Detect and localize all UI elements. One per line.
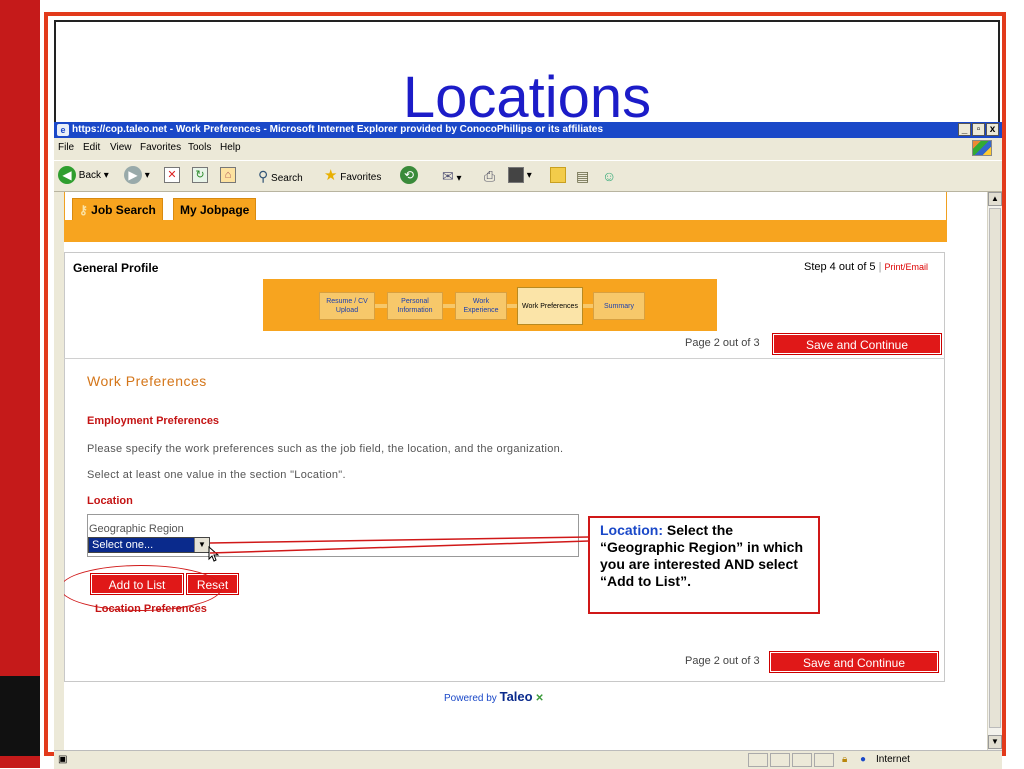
- print-email-link[interactable]: Print/Email: [885, 262, 929, 272]
- status-bar: ▣ 🔒︎ ● Internet: [54, 750, 1002, 769]
- ie-icon: e: [57, 124, 69, 136]
- geographic-region-label: Geographic Region: [89, 523, 184, 535]
- stop-icon: ✕: [164, 167, 180, 184]
- edit-button[interactable]: ▾: [508, 166, 532, 186]
- print-button[interactable]: ⎙: [484, 166, 495, 186]
- save-continue-button-bottom[interactable]: Save and Continue: [769, 651, 939, 673]
- status-cell: [770, 753, 790, 767]
- mail-icon: ✉: [442, 168, 454, 184]
- refresh-button[interactable]: ↻: [192, 166, 208, 186]
- slide-left-bar: [0, 0, 40, 768]
- step-personal-information[interactable]: Personal Information: [387, 292, 443, 320]
- step-work-experience[interactable]: Work Experience: [455, 292, 507, 320]
- home-icon: ⌂: [220, 167, 236, 184]
- menu-favorites[interactable]: Favorites: [140, 138, 181, 158]
- work-preferences-title: Work Preferences: [87, 373, 207, 389]
- minimize-button[interactable]: _: [958, 123, 971, 136]
- forward-arrow-icon: ▶: [124, 166, 142, 185]
- menu-bar: File Edit View Favorites Tools Help: [54, 138, 1002, 158]
- search-button[interactable]: ⚲ Search: [258, 166, 303, 186]
- section-divider: [64, 358, 945, 359]
- status-cell: [814, 753, 834, 767]
- globe-icon: ●: [860, 754, 867, 765]
- tab-my-jobpage[interactable]: My Jobpage: [173, 198, 257, 220]
- folder-icon: [550, 167, 566, 184]
- history-button[interactable]: ⟲: [400, 166, 418, 186]
- research-icon: ▤: [576, 168, 590, 184]
- back-arrow-icon: ◀: [58, 166, 76, 185]
- menu-tools[interactable]: Tools: [188, 138, 211, 158]
- chevron-down-icon[interactable]: ▼: [194, 538, 209, 552]
- page-icon: ▣: [58, 754, 68, 765]
- progress-steps: Resume / CV Upload Personal Information …: [263, 279, 717, 331]
- vertical-scrollbar[interactable]: ▲ ▼: [987, 192, 1002, 750]
- page-counter-top: Page 2 out of 3: [685, 337, 760, 349]
- close-button[interactable]: x: [986, 123, 999, 136]
- save-continue-button-top[interactable]: Save and Continue: [772, 333, 942, 355]
- page-counter-bottom: Page 2 out of 3: [685, 655, 760, 667]
- location-title: Location: [87, 495, 133, 507]
- profile-title: General Profile: [73, 261, 159, 275]
- step-work-preferences: Work Preferences: [517, 287, 583, 325]
- mouse-cursor-icon: [208, 546, 220, 562]
- callout-lead: Location:: [600, 522, 663, 538]
- search-icon: ⚲: [258, 168, 269, 184]
- menu-help[interactable]: Help: [220, 138, 241, 158]
- back-button[interactable]: ◀ Back ▾: [58, 166, 109, 186]
- status-cell: [748, 753, 768, 767]
- scroll-up-icon[interactable]: ▲: [988, 192, 1002, 206]
- star-icon: ★: [324, 167, 338, 184]
- orange-band: [64, 220, 947, 242]
- history-icon: ⟲: [400, 166, 418, 185]
- location-preferences-title: Location Preferences: [95, 603, 207, 615]
- slide-title: Locations: [402, 65, 652, 130]
- favorites-button[interactable]: ★ Favorites: [324, 166, 381, 186]
- browser-window: e https://cop.taleo.net - Work Preferenc…: [54, 122, 1002, 769]
- window-titlebar: e https://cop.taleo.net - Work Preferenc…: [54, 122, 1002, 138]
- lock-icon: 🔒︎: [842, 754, 848, 765]
- employment-preferences-title: Employment Preferences: [87, 415, 220, 427]
- step-resume-upload[interactable]: Resume / CV Upload: [319, 292, 375, 320]
- zone-label: Internet: [876, 754, 910, 765]
- tab-job-search[interactable]: ⚷ Job Search: [72, 198, 163, 220]
- menu-file[interactable]: File: [58, 138, 74, 158]
- menu-edit[interactable]: Edit: [83, 138, 100, 158]
- step-summary[interactable]: Summary: [593, 292, 645, 320]
- windows-logo-icon: [972, 140, 992, 156]
- taleo-mark-icon: ✕: [535, 693, 544, 704]
- menu-view[interactable]: View: [110, 138, 132, 158]
- forward-button[interactable]: ▶ ▾: [124, 166, 150, 186]
- messenger-button[interactable]: ☺: [602, 166, 616, 186]
- scroll-thumb[interactable]: [989, 208, 1001, 728]
- instruction-text: Please specify the work preferences such…: [87, 443, 564, 455]
- status-cell: [792, 753, 812, 767]
- step-indicator: Step 4 out of 5 | Print/Email: [804, 261, 929, 273]
- printer-icon: ⎙: [484, 168, 496, 184]
- instruction-callout: Location: Select the “Geographic Region”…: [588, 516, 820, 614]
- refresh-icon: ↻: [192, 167, 208, 184]
- toolbar: ◀ Back ▾ ▶ ▾ ✕ ↻ ⌂ ⚲ Search ★ Favorites …: [54, 160, 1002, 192]
- key-icon: ⚷: [79, 203, 88, 217]
- maximize-button[interactable]: ▫: [972, 123, 985, 136]
- edit-icon: [508, 167, 524, 184]
- instruction-text-location: Select at least one value in the section…: [87, 469, 346, 481]
- scroll-down-icon[interactable]: ▼: [988, 735, 1002, 749]
- powered-by: Powered by Taleo ✕: [444, 689, 544, 704]
- geographic-region-select[interactable]: Select one...: [88, 537, 210, 553]
- window-title: https://cop.taleo.net - Work Preferences…: [72, 124, 604, 135]
- page-viewport: ⚷ Job Search My Jobpage General Profile …: [64, 192, 987, 750]
- home-button[interactable]: ⌂: [220, 166, 236, 186]
- taleo-logo: Taleo: [499, 689, 533, 704]
- stop-button[interactable]: ✕: [164, 166, 180, 186]
- mail-button[interactable]: ✉ ▾: [442, 166, 462, 186]
- slide-left-bar-dark: [0, 676, 40, 756]
- research-button[interactable]: ▤: [576, 166, 589, 186]
- folder-button[interactable]: [550, 166, 566, 186]
- messenger-icon: ☺: [602, 168, 617, 184]
